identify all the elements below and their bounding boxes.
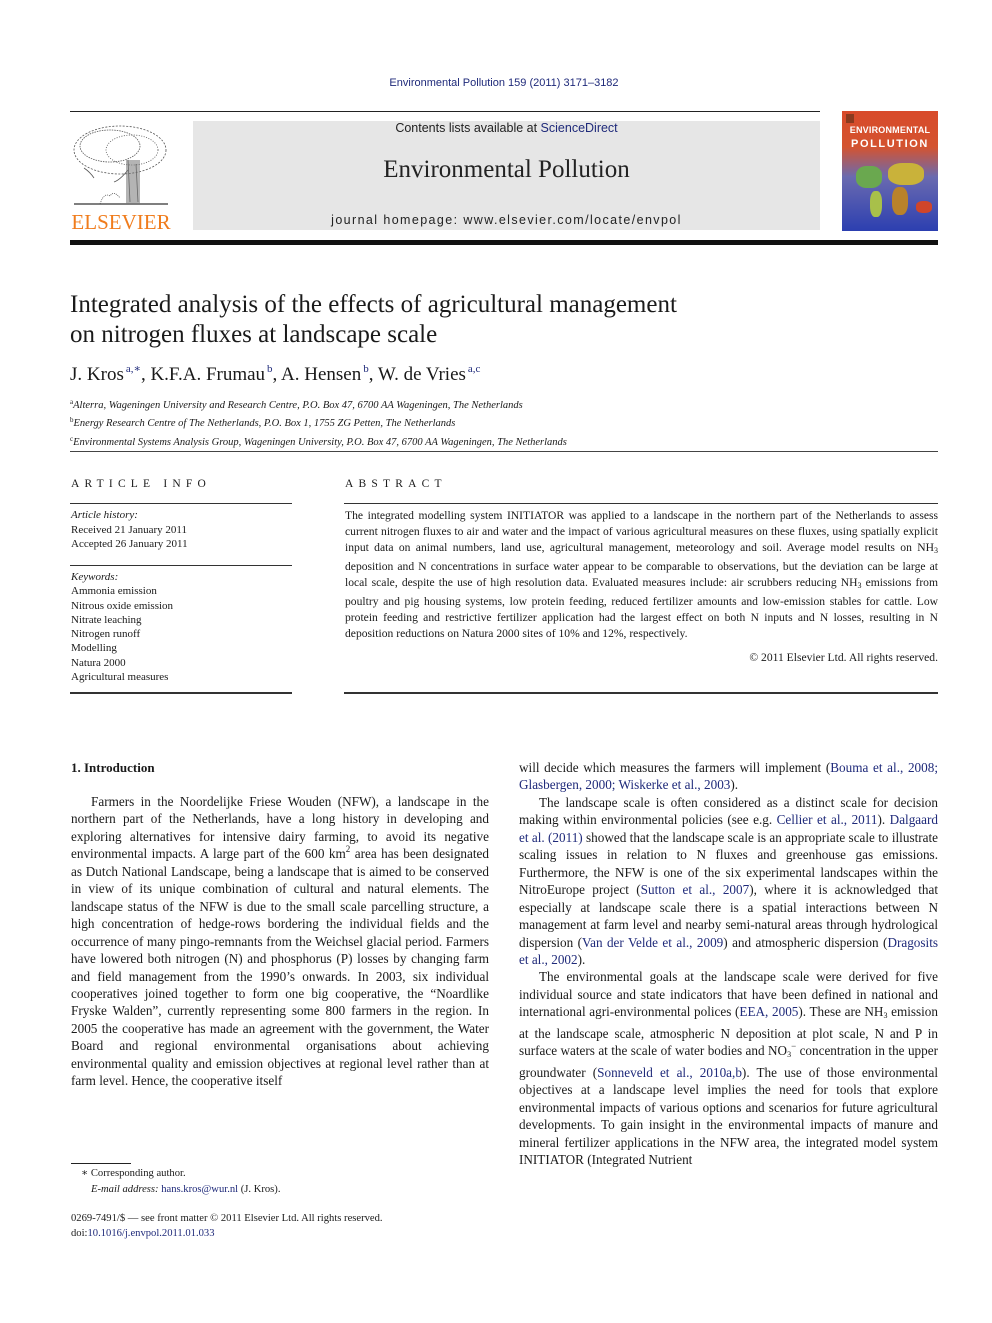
cover-map-land (870, 191, 882, 217)
author-name[interactable]: J. Kros (70, 364, 124, 385)
keyword-item: Nitrate leaching (71, 613, 142, 626)
elsevier-wordmark: ELSEVIER (71, 210, 171, 234)
accepted-date: Accepted 26 January 2011 (71, 538, 188, 550)
article-title-line2: on nitrogen fluxes at landscape scale (70, 321, 438, 348)
keyword-item: Nitrogen runoff (71, 628, 141, 641)
author-separator: , (272, 364, 281, 385)
abstract-text: The integrated modelling system INITIATO… (345, 508, 938, 642)
email-line: E-mail address: hans.kros@wur.nl (J. Kro… (71, 1182, 280, 1198)
text-segment: area has been designated as Dutch Nation… (71, 846, 489, 1089)
email-label: E-mail address: (91, 1183, 162, 1195)
received-date: Received 21 January 2011 (71, 523, 187, 536)
tree-icon (73, 125, 168, 205)
text-segment: ). (877, 812, 890, 828)
citation-link[interactable]: Van der Velde et al., 2009 (582, 935, 723, 950)
email-link[interactable]: hans.kros@wur.nl (161, 1184, 238, 1195)
header-thick-rule (70, 240, 938, 245)
cover-elsevier-icon (846, 114, 854, 123)
citation-link[interactable]: EEA, 2005 (739, 1004, 798, 1019)
footnote-rule (71, 1163, 131, 1164)
email-suffix: (J. Kros). (238, 1183, 281, 1195)
doi-label: doi: (71, 1227, 88, 1239)
issn-doi-block: 0269-7491/$ — see front matter © 2011 El… (71, 1212, 383, 1241)
article-info-divider (70, 565, 292, 566)
text-segment: ). These are NH (798, 1004, 884, 1020)
article-title-line1: Integrated analysis of the effects of ag… (70, 291, 677, 318)
author-affiliation-marker[interactable]: a,c (468, 363, 481, 375)
text-segment: ) and atmospheric dispersion ( (723, 934, 888, 950)
keyword-item: Modelling (71, 642, 117, 655)
history-label: Article history: (71, 509, 138, 521)
keywords-label: Keywords: (71, 571, 119, 583)
section-divider (70, 451, 938, 452)
contents-prefix: Contents lists available at (395, 121, 541, 135)
author-name[interactable]: W. de Vries (378, 364, 466, 385)
body-column-right: will decide which measures the farmers w… (519, 759, 938, 1168)
affiliation-text: Environmental Systems Analysis Group, Wa… (73, 436, 567, 448)
abstract-segment: deposition and N concentrations in surfa… (345, 560, 938, 589)
body-paragraph: Farmers in the Noordelijke Friese Wouden… (71, 793, 489, 1090)
journal-cover-image[interactable]: ENVIRONMENTAL POLLUTION (842, 111, 938, 231)
abstract-copyright: © 2011 Elsevier Ltd. All rights reserved… (749, 651, 938, 664)
text-segment: ). The use of those environmental object… (519, 1064, 939, 1167)
abstract-divider (344, 503, 938, 504)
citation-link[interactable]: Cellier et al., 2011 (777, 812, 878, 827)
citation-link[interactable]: Sonneveld et al., 2010a,b (597, 1065, 742, 1080)
corresponding-author-note: ∗ Corresponding author. (81, 1168, 186, 1179)
article-info-heading: ARTICLE INFO (71, 478, 211, 490)
article-info-divider (70, 692, 292, 694)
abstract-divider (344, 692, 938, 694)
contents-available-line: Contents lists available at ScienceDirec… (193, 121, 820, 135)
issn-line: 0269-7491/$ — see front matter © 2011 El… (71, 1213, 383, 1224)
footnotes: ∗ Corresponding author. E-mail address: … (71, 1166, 280, 1197)
affiliation-text: Energy Research Centre of The Netherland… (73, 418, 456, 430)
author-name[interactable]: A. Hensen (281, 364, 361, 385)
abstract-heading: ABSTRACT (345, 478, 447, 490)
section-heading-introduction: 1. Introduction (71, 760, 155, 775)
article-title: Integrated analysis of the effects of ag… (70, 290, 790, 350)
sciencedirect-link[interactable]: ScienceDirect (541, 121, 618, 135)
journal-reference[interactable]: Environmental Pollution 159 (2011) 3171–… (0, 77, 992, 89)
body-column-left: Farmers in the Noordelijke Friese Wouden… (71, 793, 489, 1090)
text-segment: ). (730, 777, 739, 793)
text-segment: ). (577, 951, 586, 967)
affiliation-text: Alterra, Wageningen University and Resea… (73, 400, 523, 411)
affiliations: aAlterra, Wageningen University and Rese… (70, 395, 567, 450)
article-info-divider (70, 503, 292, 504)
keyword-item: Ammonia emission (71, 585, 157, 598)
keywords: Keywords: Ammonia emission Nitrous oxide… (71, 570, 173, 684)
keyword-item: Natura 2000 (71, 656, 126, 669)
author-name[interactable]: K.F.A. Frumau (150, 364, 265, 385)
affiliation-item: aAlterra, Wageningen University and Rese… (70, 395, 567, 413)
text-segment: will decide which measures the farmers w… (519, 760, 831, 775)
author-affiliation-marker[interactable]: a,∗ (126, 363, 141, 375)
header-top-rule (70, 111, 820, 112)
cover-map-land (892, 187, 908, 215)
citation-link[interactable]: Sutton et al., 2007 (641, 882, 750, 897)
doi-link[interactable]: 10.1016/j.envpol.2011.01.033 (87, 1228, 214, 1239)
keyword-item: Agricultural measures (71, 671, 169, 684)
author-list: J. Kros a,∗, K.F.A. Frumau b, A. Hensen b, … (70, 362, 480, 386)
doi-line: doi:10.1016/j.envpol.2011.01.033 (71, 1227, 383, 1242)
keyword-item: Nitrous oxide emission (71, 599, 174, 612)
cover-map-land (916, 201, 932, 213)
body-paragraph: The landscape scale is often considered … (519, 794, 938, 969)
body-paragraph: will decide which measures the farmers w… (519, 759, 938, 794)
author-separator: , (368, 364, 378, 385)
affiliation-item: bEnergy Research Centre of The Netherlan… (70, 413, 567, 431)
journal-banner: Contents lists available at ScienceDirec… (193, 121, 820, 230)
article-history: Article history: Received 21 January 201… (71, 508, 188, 552)
journal-homepage[interactable]: journal homepage: www.elsevier.com/locat… (193, 213, 820, 227)
cover-map-land (856, 166, 882, 188)
cover-map-land (888, 163, 924, 185)
subscript: 3 (934, 546, 938, 555)
affiliation-item: cEnvironmental Systems Analysis Group, W… (70, 432, 567, 450)
cover-title-line1: ENVIRONMENTAL (849, 125, 931, 135)
journal-title: Environmental Pollution (383, 156, 630, 183)
body-paragraph: The environmental goals at the landscape… (519, 968, 938, 1168)
cover-title-line2: POLLUTION (851, 138, 929, 150)
abstract-segment: The integrated modelling system INITIATO… (345, 509, 938, 554)
subscript: 3 (787, 1050, 792, 1060)
